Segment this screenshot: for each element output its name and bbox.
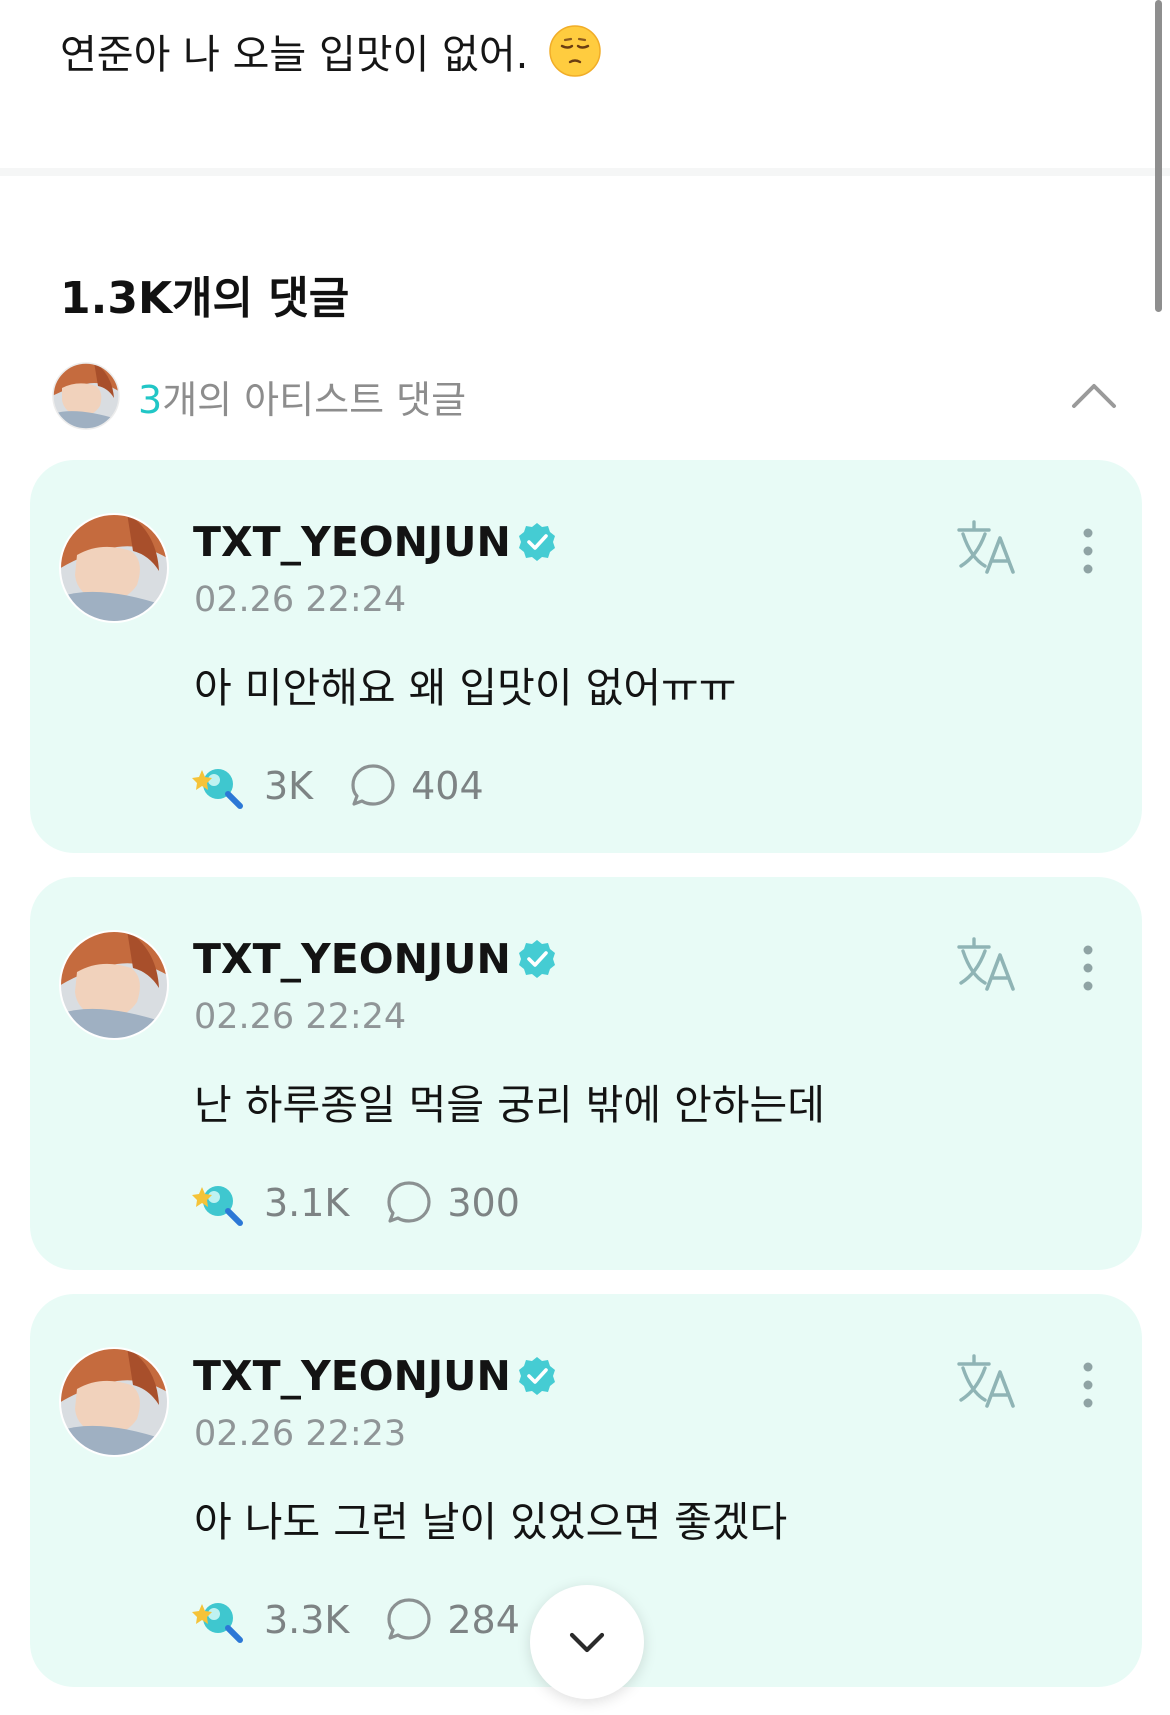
user-avatar[interactable] xyxy=(59,1347,169,1457)
pensive-face-emoji xyxy=(549,25,602,77)
light-stick-reaction-icon[interactable] xyxy=(192,762,246,810)
scrollbar[interactable] xyxy=(1155,0,1162,312)
comment-card: TXT_YEONJUN 02.26 22:24 난 하루종일 먹을 궁리 밖에 … xyxy=(30,877,1142,1270)
artist-comments-text: 개의 아티스트 댓글 xyxy=(162,377,467,422)
light-stick-reaction-icon[interactable] xyxy=(192,1179,246,1227)
username-text: TXT_YEONJUN xyxy=(193,518,511,566)
verified-badge-icon xyxy=(518,523,555,561)
user-avatar[interactable] xyxy=(59,930,169,1040)
chevron-down-icon xyxy=(569,1632,605,1653)
comment-timestamp: 02.26 22:23 xyxy=(194,1414,407,1454)
reply-bubble-icon[interactable] xyxy=(349,762,397,810)
reply-bubble-icon[interactable] xyxy=(385,1179,433,1227)
artist-avatar xyxy=(52,362,120,430)
comment-text: 난 하루종일 먹을 궁리 밖에 안하는데 xyxy=(194,1081,825,1129)
post-text: 연준아 나 오늘 입맛이 없어. xyxy=(60,22,602,80)
like-count: 3K xyxy=(264,764,314,808)
comments-page: 연준아 나 오늘 입맛이 없어. 1.3K개의 댓글 3개의 아티스트 댓글 T… xyxy=(0,0,1170,1715)
comment-text: 아 나도 그런 날이 있었으면 좋겠다 xyxy=(194,1498,788,1546)
username-text: TXT_YEONJUN xyxy=(193,935,511,983)
post-text-content: 연준아 나 오늘 입맛이 없어. xyxy=(60,32,529,78)
more-options-icon[interactable] xyxy=(1078,943,1098,993)
like-count: 3.1K xyxy=(264,1181,350,1225)
like-count: 3.3K xyxy=(264,1598,350,1642)
section-divider xyxy=(0,168,1170,176)
reply-bubble-icon[interactable] xyxy=(385,1596,433,1644)
more-options-icon[interactable] xyxy=(1078,526,1098,576)
light-stick-reaction-icon[interactable] xyxy=(192,1596,246,1644)
username[interactable]: TXT_YEONJUN xyxy=(193,1352,559,1400)
comment-timestamp: 02.26 22:24 xyxy=(194,997,407,1037)
chevron-up-icon[interactable] xyxy=(1066,368,1122,424)
comments-count-title: 1.3K개의 댓글 xyxy=(60,273,350,324)
artist-comments-label: 3개의 아티스트 댓글 xyxy=(138,369,466,424)
translate-icon[interactable] xyxy=(955,935,1019,993)
reply-count: 404 xyxy=(411,764,484,808)
comment-actions: 3.1K 300 xyxy=(192,1175,520,1231)
verified-badge-icon xyxy=(518,940,555,978)
translate-icon[interactable] xyxy=(955,1352,1019,1410)
comment-actions: 3.3K 284 xyxy=(192,1592,520,1648)
comment-card: TXT_YEONJUN 02.26 22:24 아 미안해요 왜 입맛이 없어ㅠ… xyxy=(30,460,1142,853)
artist-comments-toggle[interactable]: 3개의 아티스트 댓글 xyxy=(52,360,1122,432)
reply-count: 284 xyxy=(447,1598,520,1642)
reply-count: 300 xyxy=(447,1181,520,1225)
comment-actions: 3K 404 xyxy=(192,758,484,814)
user-avatar[interactable] xyxy=(59,513,169,623)
comment-text: 아 미안해요 왜 입맛이 없어ㅠㅠ xyxy=(194,664,737,712)
scroll-down-button[interactable] xyxy=(530,1585,644,1699)
translate-icon[interactable] xyxy=(955,518,1019,576)
verified-badge-icon xyxy=(518,1357,555,1395)
more-options-icon[interactable] xyxy=(1078,1360,1098,1410)
username[interactable]: TXT_YEONJUN xyxy=(193,935,559,983)
username[interactable]: TXT_YEONJUN xyxy=(193,518,559,566)
artist-comments-count: 3 xyxy=(138,377,163,422)
comment-timestamp: 02.26 22:24 xyxy=(194,580,407,620)
username-text: TXT_YEONJUN xyxy=(193,1352,511,1400)
